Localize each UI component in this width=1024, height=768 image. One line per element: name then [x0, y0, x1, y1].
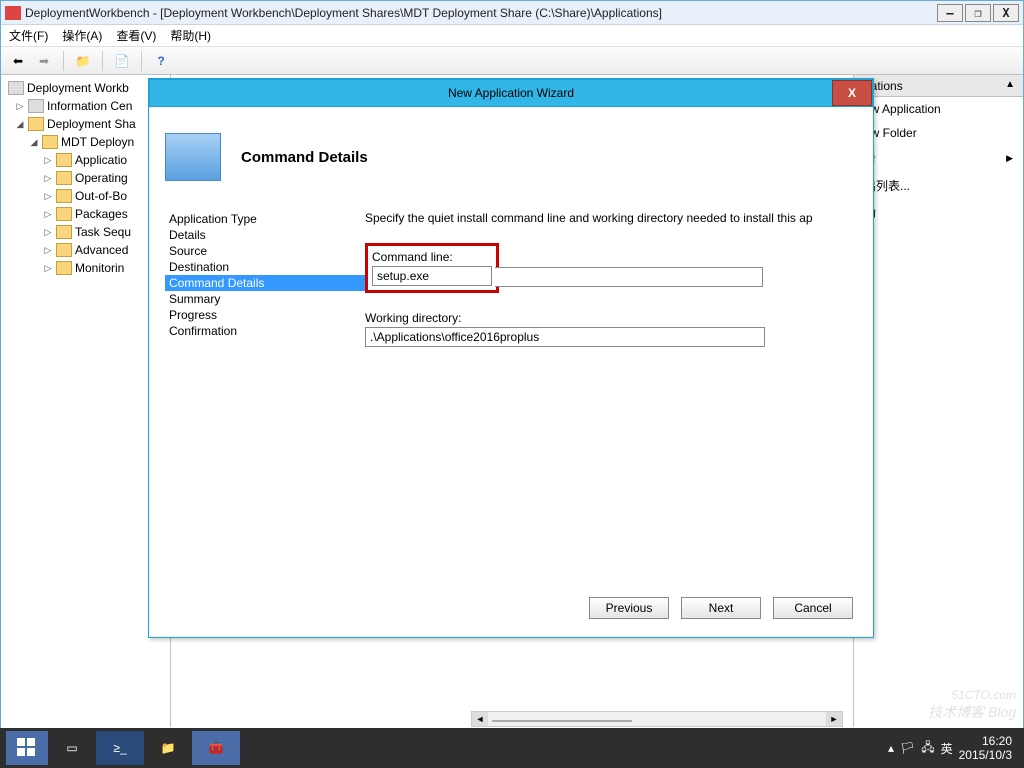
tray-flag-icon[interactable]: 🏳	[900, 741, 915, 755]
action-new-folder[interactable]: ew Folder	[854, 121, 1023, 145]
chevron-right-icon: ▶	[1006, 153, 1013, 164]
tree-advanced[interactable]: Advanced	[75, 243, 128, 257]
folder-icon	[56, 225, 72, 239]
folder-icon	[56, 153, 72, 167]
command-line-input[interactable]	[372, 266, 492, 286]
previous-button[interactable]: Previous	[589, 597, 669, 619]
tree-taskseq[interactable]: Task Sequ	[75, 225, 131, 239]
titlebar: DeploymentWorkbench - [Deployment Workbe…	[1, 1, 1023, 25]
tree-info[interactable]: Information Cen	[47, 99, 132, 113]
folder-icon	[56, 261, 72, 275]
action-export-list[interactable]: 出列表...	[854, 172, 1023, 199]
workbench-icon	[8, 81, 24, 95]
next-button[interactable]: Next	[681, 597, 761, 619]
maximize-button[interactable]: ❐	[965, 4, 991, 22]
step-confirmation[interactable]: Confirmation	[165, 323, 365, 339]
tray-chevron-icon[interactable]: ▴	[888, 741, 894, 755]
info-icon	[28, 99, 44, 113]
folder-icon	[42, 135, 58, 149]
expand-icon[interactable]: ▷	[43, 263, 53, 274]
tray-network-icon[interactable]: 🖧	[921, 738, 934, 759]
expand-icon[interactable]: ▷	[43, 209, 53, 220]
actions-header: ications ▲	[854, 75, 1023, 97]
step-source[interactable]: Source	[165, 243, 365, 259]
folder-icon	[56, 207, 72, 221]
actions-pane: ications ▲ ew Application ew Folder 看▶ 出…	[853, 75, 1023, 727]
menu-file[interactable]: 文件(F)	[9, 27, 48, 44]
toolbar-folder-button[interactable]: 📁	[72, 50, 94, 72]
tree-packages[interactable]: Packages	[75, 207, 128, 221]
step-details[interactable]: Details	[165, 227, 365, 243]
menubar: 文件(F) 操作(A) 查看(V) 帮助(H)	[1, 25, 1023, 47]
tree-shares[interactable]: Deployment Sha	[47, 117, 136, 131]
menu-action[interactable]: 操作(A)	[62, 27, 102, 44]
wizard-titlebar: New Application Wizard X	[149, 79, 873, 107]
action-help[interactable]: 助	[854, 199, 1023, 226]
window-title: DeploymentWorkbench - [Deployment Workbe…	[25, 6, 935, 20]
folder-icon	[28, 117, 44, 131]
wizard-title-label: New Application Wizard	[448, 86, 574, 100]
tree-root[interactable]: Deployment Workb	[27, 81, 129, 95]
expand-icon[interactable]: ▷	[15, 101, 25, 112]
scroll-left-icon[interactable]: ◄	[472, 712, 488, 726]
expand-icon[interactable]: ▷	[43, 155, 53, 166]
toolbar-help-button[interactable]: ?	[150, 50, 172, 72]
scroll-thumb[interactable]	[492, 720, 632, 722]
step-application-type[interactable]: Application Type	[165, 211, 365, 227]
menu-help[interactable]: 帮助(H)	[170, 27, 211, 44]
wizard-steps: Application Type Details Source Destinat…	[165, 211, 365, 365]
start-button[interactable]	[6, 731, 48, 765]
taskbar-server-manager[interactable]: ▭	[48, 731, 96, 765]
step-summary[interactable]: Summary	[165, 291, 365, 307]
wizard-icon	[165, 133, 221, 181]
nav-back-button[interactable]: ⬅	[7, 50, 29, 72]
tree-mdt[interactable]: MDT Deployn	[61, 135, 134, 149]
nav-forward-button[interactable]: ➡	[33, 50, 55, 72]
tree-monitoring[interactable]: Monitorin	[75, 261, 124, 275]
navigation-tree: Deployment Workb ▷ Information Cen ◢ Deplo…	[1, 75, 171, 727]
wizard-heading: Command Details	[241, 149, 368, 166]
close-button[interactable]: X	[993, 4, 1019, 22]
taskbar: ▭ ≥_ 📁 🧰 ▴ 🏳 🖧 英 16:20 2015/10/3	[0, 728, 1024, 768]
tree-oob[interactable]: Out-of-Bo	[75, 189, 127, 203]
expand-icon[interactable]: ▷	[43, 227, 53, 238]
expand-icon[interactable]: ▷	[43, 245, 53, 256]
taskbar-explorer[interactable]: 📁	[144, 731, 192, 765]
command-line-highlight: Command line:	[365, 243, 499, 293]
tray-ime[interactable]: 英	[941, 740, 953, 757]
collapse-icon[interactable]: ◢	[15, 119, 25, 130]
tree-applications[interactable]: Applicatio	[75, 153, 127, 167]
step-destination[interactable]: Destination	[165, 259, 365, 275]
new-application-wizard: New Application Wizard X Command Details…	[148, 78, 874, 638]
collapse-icon[interactable]: ▲	[1005, 79, 1015, 90]
wizard-instruction: Specify the quiet install command line a…	[365, 211, 857, 225]
menu-view[interactable]: 查看(V)	[116, 27, 156, 44]
cancel-button[interactable]: Cancel	[773, 597, 853, 619]
working-directory-label: Working directory:	[365, 311, 857, 325]
scroll-right-icon[interactable]: ►	[826, 712, 842, 726]
toolbar: ⬅ ➡ 📁 📄 ?	[1, 47, 1023, 75]
minimize-button[interactable]: —	[937, 4, 963, 22]
command-line-label: Command line:	[372, 250, 492, 264]
folder-icon	[56, 189, 72, 203]
taskbar-deployment-workbench[interactable]: 🧰	[192, 731, 240, 765]
action-view[interactable]: 看▶	[854, 145, 1023, 172]
step-command-details[interactable]: Command Details	[165, 275, 365, 291]
wizard-close-button[interactable]: X	[832, 80, 872, 106]
command-line-input-ext[interactable]	[495, 267, 763, 287]
tree-operating[interactable]: Operating	[75, 171, 128, 185]
taskbar-powershell[interactable]: ≥_	[96, 731, 144, 765]
toolbar-export-button[interactable]: 📄	[111, 50, 133, 72]
expand-icon[interactable]: ▷	[43, 173, 53, 184]
folder-icon	[56, 171, 72, 185]
expand-icon[interactable]: ▷	[43, 191, 53, 202]
horizontal-scrollbar[interactable]: ◄ ►	[471, 711, 843, 727]
action-new-application[interactable]: ew Application	[854, 97, 1023, 121]
collapse-icon[interactable]: ◢	[29, 137, 39, 148]
working-directory-input[interactable]	[365, 327, 765, 347]
app-icon	[5, 6, 21, 20]
folder-icon	[56, 243, 72, 257]
taskbar-clock[interactable]: 16:20 2015/10/3	[959, 734, 1018, 763]
step-progress[interactable]: Progress	[165, 307, 365, 323]
